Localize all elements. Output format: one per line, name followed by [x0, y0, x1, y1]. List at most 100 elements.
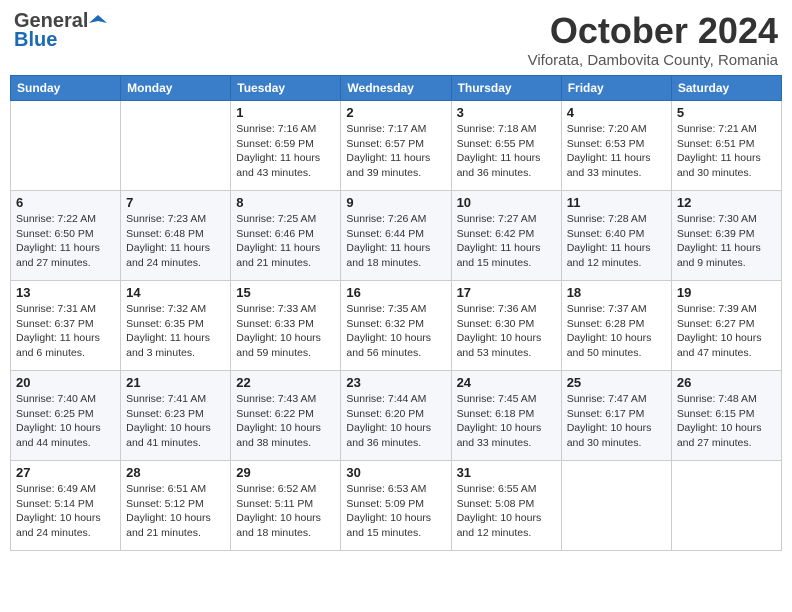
weekday-header-saturday: Saturday [671, 76, 781, 101]
day-info: Sunrise: 7:17 AM Sunset: 6:57 PM Dayligh… [346, 122, 445, 181]
month-title: October 2024 [528, 10, 778, 52]
calendar-cell: 23Sunrise: 7:44 AM Sunset: 6:20 PM Dayli… [341, 371, 451, 461]
day-info: Sunrise: 6:52 AM Sunset: 5:11 PM Dayligh… [236, 482, 335, 541]
day-number: 29 [236, 465, 335, 480]
day-number: 21 [126, 375, 225, 390]
weekday-header-friday: Friday [561, 76, 671, 101]
day-number: 12 [677, 195, 776, 210]
day-number: 14 [126, 285, 225, 300]
day-number: 5 [677, 105, 776, 120]
calendar-cell: 13Sunrise: 7:31 AM Sunset: 6:37 PM Dayli… [11, 281, 121, 371]
day-number: 15 [236, 285, 335, 300]
calendar-cell: 20Sunrise: 7:40 AM Sunset: 6:25 PM Dayli… [11, 371, 121, 461]
day-info: Sunrise: 7:43 AM Sunset: 6:22 PM Dayligh… [236, 392, 335, 451]
day-info: Sunrise: 7:45 AM Sunset: 6:18 PM Dayligh… [457, 392, 556, 451]
day-number: 30 [346, 465, 445, 480]
day-number: 19 [677, 285, 776, 300]
day-info: Sunrise: 7:30 AM Sunset: 6:39 PM Dayligh… [677, 212, 776, 271]
calendar-cell: 27Sunrise: 6:49 AM Sunset: 5:14 PM Dayli… [11, 461, 121, 551]
logo-blue-text: Blue [14, 29, 57, 52]
day-number: 4 [567, 105, 666, 120]
day-info: Sunrise: 7:18 AM Sunset: 6:55 PM Dayligh… [457, 122, 556, 181]
logo-bird-icon [89, 13, 107, 31]
day-number: 6 [16, 195, 115, 210]
calendar-cell: 31Sunrise: 6:55 AM Sunset: 5:08 PM Dayli… [451, 461, 561, 551]
calendar-cell: 4 Sunrise: 7:20 AM Sunset: 6:53 PM Daylig… [561, 101, 671, 191]
day-info: Sunrise: 6:53 AM Sunset: 5:09 PM Dayligh… [346, 482, 445, 541]
day-info: Sunrise: 7:25 AM Sunset: 6:46 PM Dayligh… [236, 212, 335, 271]
calendar-cell: 19 Sunrise: 7:39 AM Sunset: 6:27 PM Dayli… [671, 281, 781, 371]
calendar-cell: 17 Sunrise: 7:36 AM Sunset: 6:30 PM Dayli… [451, 281, 561, 371]
calendar-cell: 1 Sunrise: 7:16 AM Sunset: 6:59 PM Daylig… [231, 101, 341, 191]
weekday-header-row: SundayMondayTuesdayWednesdayThursdayFrid… [11, 76, 782, 101]
day-number: 22 [236, 375, 335, 390]
calendar-week-3: 13Sunrise: 7:31 AM Sunset: 6:37 PM Dayli… [11, 281, 782, 371]
day-info: Sunrise: 7:21 AM Sunset: 6:51 PM Dayligh… [677, 122, 776, 181]
calendar-cell: 22 Sunrise: 7:43 AM Sunset: 6:22 PM Dayli… [231, 371, 341, 461]
day-info: Sunrise: 7:36 AM Sunset: 6:30 PM Dayligh… [457, 302, 556, 361]
calendar-week-4: 20Sunrise: 7:40 AM Sunset: 6:25 PM Dayli… [11, 371, 782, 461]
day-info: Sunrise: 7:32 AM Sunset: 6:35 PM Dayligh… [126, 302, 225, 361]
calendar-cell: 21 Sunrise: 7:41 AM Sunset: 6:23 PM Dayli… [121, 371, 231, 461]
calendar-cell: 5 Sunrise: 7:21 AM Sunset: 6:51 PM Daylig… [671, 101, 781, 191]
calendar-cell: 25Sunrise: 7:47 AM Sunset: 6:17 PM Dayli… [561, 371, 671, 461]
day-number: 9 [346, 195, 445, 210]
day-info: Sunrise: 7:35 AM Sunset: 6:32 PM Dayligh… [346, 302, 445, 361]
page-header: General Blue October 2024 Viforata, Damb… [10, 10, 782, 69]
calendar-cell: 28 Sunrise: 6:51 AM Sunset: 5:12 PM Dayli… [121, 461, 231, 551]
calendar-cell: 2 Sunrise: 7:17 AM Sunset: 6:57 PM Daylig… [341, 101, 451, 191]
day-info: Sunrise: 7:44 AM Sunset: 6:20 PM Dayligh… [346, 392, 445, 451]
calendar-cell [11, 101, 121, 191]
location-subtitle: Viforata, Dambovita County, Romania [528, 52, 778, 69]
calendar-cell: 3 Sunrise: 7:18 AM Sunset: 6:55 PM Daylig… [451, 101, 561, 191]
weekday-header-monday: Monday [121, 76, 231, 101]
day-info: Sunrise: 7:20 AM Sunset: 6:53 PM Dayligh… [567, 122, 666, 181]
day-info: Sunrise: 7:48 AM Sunset: 6:15 PM Dayligh… [677, 392, 776, 451]
day-info: Sunrise: 7:22 AM Sunset: 6:50 PM Dayligh… [16, 212, 115, 271]
day-info: Sunrise: 7:27 AM Sunset: 6:42 PM Dayligh… [457, 212, 556, 271]
calendar-cell: 14 Sunrise: 7:32 AM Sunset: 6:35 PM Dayli… [121, 281, 231, 371]
day-number: 11 [567, 195, 666, 210]
day-info: Sunrise: 6:55 AM Sunset: 5:08 PM Dayligh… [457, 482, 556, 541]
day-number: 2 [346, 105, 445, 120]
calendar-week-2: 6 Sunrise: 7:22 AM Sunset: 6:50 PM Daylig… [11, 191, 782, 281]
calendar-cell [561, 461, 671, 551]
day-number: 16 [346, 285, 445, 300]
calendar-cell: 26 Sunrise: 7:48 AM Sunset: 6:15 PM Dayli… [671, 371, 781, 461]
day-number: 26 [677, 375, 776, 390]
day-number: 24 [457, 375, 556, 390]
day-info: Sunrise: 6:51 AM Sunset: 5:12 PM Dayligh… [126, 482, 225, 541]
calendar-cell: 24 Sunrise: 7:45 AM Sunset: 6:18 PM Dayli… [451, 371, 561, 461]
day-number: 3 [457, 105, 556, 120]
day-number: 1 [236, 105, 335, 120]
day-info: Sunrise: 7:23 AM Sunset: 6:48 PM Dayligh… [126, 212, 225, 271]
day-number: 7 [126, 195, 225, 210]
day-number: 27 [16, 465, 115, 480]
calendar-cell: 30 Sunrise: 6:53 AM Sunset: 5:09 PM Dayli… [341, 461, 451, 551]
calendar-cell: 11 Sunrise: 7:28 AM Sunset: 6:40 PM Dayli… [561, 191, 671, 281]
day-number: 18 [567, 285, 666, 300]
calendar-cell: 12 Sunrise: 7:30 AM Sunset: 6:39 PM Dayli… [671, 191, 781, 281]
day-number: 28 [126, 465, 225, 480]
day-info: Sunrise: 7:47 AM Sunset: 6:17 PM Dayligh… [567, 392, 666, 451]
calendar-cell: 18Sunrise: 7:37 AM Sunset: 6:28 PM Dayli… [561, 281, 671, 371]
day-info: Sunrise: 7:16 AM Sunset: 6:59 PM Dayligh… [236, 122, 335, 181]
calendar-cell: 10Sunrise: 7:27 AM Sunset: 6:42 PM Dayli… [451, 191, 561, 281]
day-info: Sunrise: 7:39 AM Sunset: 6:27 PM Dayligh… [677, 302, 776, 361]
day-info: Sunrise: 7:41 AM Sunset: 6:23 PM Dayligh… [126, 392, 225, 451]
weekday-header-sunday: Sunday [11, 76, 121, 101]
title-area: October 2024 Viforata, Dambovita County,… [528, 10, 778, 69]
weekday-header-wednesday: Wednesday [341, 76, 451, 101]
logo: General Blue [14, 10, 107, 52]
day-info: Sunrise: 7:28 AM Sunset: 6:40 PM Dayligh… [567, 212, 666, 271]
weekday-header-tuesday: Tuesday [231, 76, 341, 101]
calendar-cell: 15Sunrise: 7:33 AM Sunset: 6:33 PM Dayli… [231, 281, 341, 371]
calendar-week-5: 27Sunrise: 6:49 AM Sunset: 5:14 PM Dayli… [11, 461, 782, 551]
day-number: 17 [457, 285, 556, 300]
calendar-cell: 7 Sunrise: 7:23 AM Sunset: 6:48 PM Daylig… [121, 191, 231, 281]
calendar-cell: 8Sunrise: 7:25 AM Sunset: 6:46 PM Daylig… [231, 191, 341, 281]
day-number: 20 [16, 375, 115, 390]
day-info: Sunrise: 7:26 AM Sunset: 6:44 PM Dayligh… [346, 212, 445, 271]
calendar-cell [121, 101, 231, 191]
calendar-cell [671, 461, 781, 551]
